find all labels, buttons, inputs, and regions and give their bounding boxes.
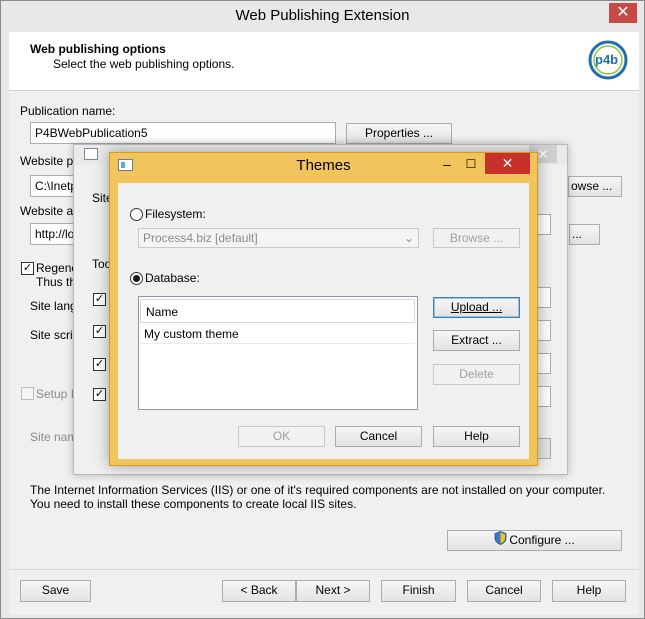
themes-close-button[interactable]: ✕ xyxy=(485,153,530,174)
window-title: Web Publishing Extension xyxy=(235,7,410,24)
setup-iis-checkbox[interactable] xyxy=(21,387,34,400)
minimize-icon: – xyxy=(443,156,451,172)
upload-label: Upload ... xyxy=(450,300,503,314)
background-dialog-checkbox-2[interactable]: ✓ xyxy=(93,325,106,338)
database-radio[interactable] xyxy=(130,272,143,285)
configure-label: Configure ... xyxy=(509,533,575,547)
maximize-button[interactable]: ☐ xyxy=(460,157,482,171)
shield-icon xyxy=(494,531,507,550)
close-icon: ✕ xyxy=(537,146,549,162)
maximize-icon: ☐ xyxy=(465,157,477,171)
regenerate-checkbox[interactable]: ✓ xyxy=(21,262,34,275)
publication-name-input[interactable]: P4BWebPublication5 xyxy=(30,122,336,144)
logo: p4b xyxy=(588,40,628,80)
close-icon: ✕ xyxy=(501,155,514,171)
extract-button[interactable]: Extract ... xyxy=(433,330,520,351)
upload-button[interactable]: Upload ... xyxy=(433,297,520,318)
minimize-button[interactable]: – xyxy=(436,157,458,171)
page-subtitle: Select the web publishing options. xyxy=(53,57,235,71)
configure-button[interactable]: Configure ... xyxy=(447,530,622,551)
next-button[interactable]: Next > xyxy=(296,580,370,602)
themes-dialog: Themes – ☐ ✕ Filesystem: Process4.biz [d… xyxy=(109,152,538,466)
list-item-label: My custom theme xyxy=(144,327,239,341)
background-dialog-checkbox-1[interactable]: ✓ xyxy=(93,293,106,306)
list-header: Name xyxy=(140,299,415,323)
themes-cancel-button[interactable]: Cancel xyxy=(335,426,422,447)
title-bar: Web Publishing Extension ✕ xyxy=(1,1,644,32)
close-button[interactable]: ✕ xyxy=(609,3,637,23)
header-banner: Web publishing options Select the web pu… xyxy=(9,32,639,91)
finish-button[interactable]: Finish xyxy=(381,580,456,602)
column-header-name[interactable]: Name xyxy=(146,305,178,319)
regenerate-label: Regene xyxy=(36,261,79,275)
list-item[interactable]: My custom theme xyxy=(140,324,415,344)
theme-list[interactable]: Name My custom theme xyxy=(138,296,418,410)
website-path-label: Website pa xyxy=(20,154,80,168)
logo-text: p4b xyxy=(595,52,619,67)
publication-name-label: Publication name: xyxy=(20,104,116,118)
browse-address-button[interactable]: ... xyxy=(569,224,600,245)
footer-bar: Save < Back Next > Finish Cancel Help xyxy=(9,569,639,615)
page-title: Web publishing options xyxy=(30,42,166,56)
website-address-label: Website ad xyxy=(20,204,80,218)
themes-help-button[interactable]: Help xyxy=(433,426,520,447)
filesystem-theme-select[interactable]: Process4.biz [default] ⌄ xyxy=(138,228,419,248)
help-button[interactable]: Help xyxy=(552,580,626,602)
close-icon: ✕ xyxy=(616,4,630,21)
ok-button[interactable]: OK xyxy=(238,426,325,447)
delete-button[interactable]: Delete xyxy=(433,364,520,385)
themes-body: Filesystem: Process4.biz [default] ⌄ Bro… xyxy=(118,183,529,459)
background-dialog-checkbox-3[interactable]: ✓ xyxy=(93,358,106,371)
back-button[interactable]: < Back xyxy=(222,580,296,602)
browse-path-button[interactable]: owse ... xyxy=(568,176,622,197)
filesystem-label: Filesystem: xyxy=(145,207,206,221)
dialog-app-icon xyxy=(84,148,98,160)
filesystem-theme-value: Process4.biz [default] xyxy=(143,231,258,245)
filesystem-radio[interactable] xyxy=(130,208,143,221)
database-label: Database: xyxy=(145,271,200,285)
save-button[interactable]: Save xyxy=(20,580,91,602)
chevron-down-icon: ⌄ xyxy=(403,231,414,245)
iis-notice: The Internet Information Services (IIS) … xyxy=(30,483,606,511)
browse-theme-button[interactable]: Browse ... xyxy=(433,228,520,248)
properties-button[interactable]: Properties ... xyxy=(346,123,452,144)
background-dialog-checkbox-4[interactable]: ✓ xyxy=(93,388,106,401)
cancel-button[interactable]: Cancel xyxy=(467,580,541,602)
